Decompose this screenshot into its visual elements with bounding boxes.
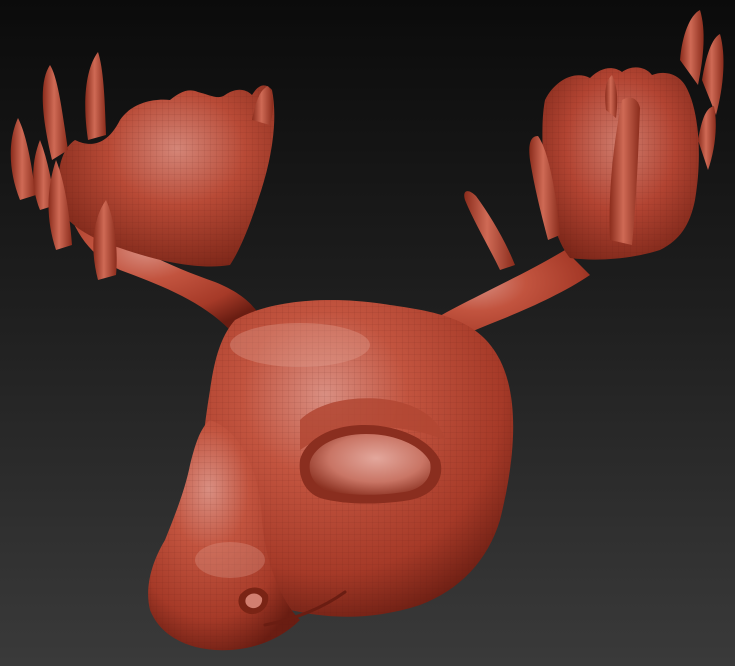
moose-head xyxy=(148,300,514,651)
right-antler xyxy=(400,10,724,358)
left-tine-3 xyxy=(10,118,36,200)
moose-head-icon xyxy=(10,10,724,651)
left-tine-2 xyxy=(85,52,106,140)
viewport-canvas[interactable] xyxy=(0,0,735,666)
left-antler xyxy=(10,52,275,330)
left-tine-1 xyxy=(42,65,68,160)
right-tine-6 xyxy=(464,191,515,270)
right-tine-2 xyxy=(702,34,724,115)
right-tine-1 xyxy=(680,10,704,85)
right-tine-3 xyxy=(698,106,716,170)
